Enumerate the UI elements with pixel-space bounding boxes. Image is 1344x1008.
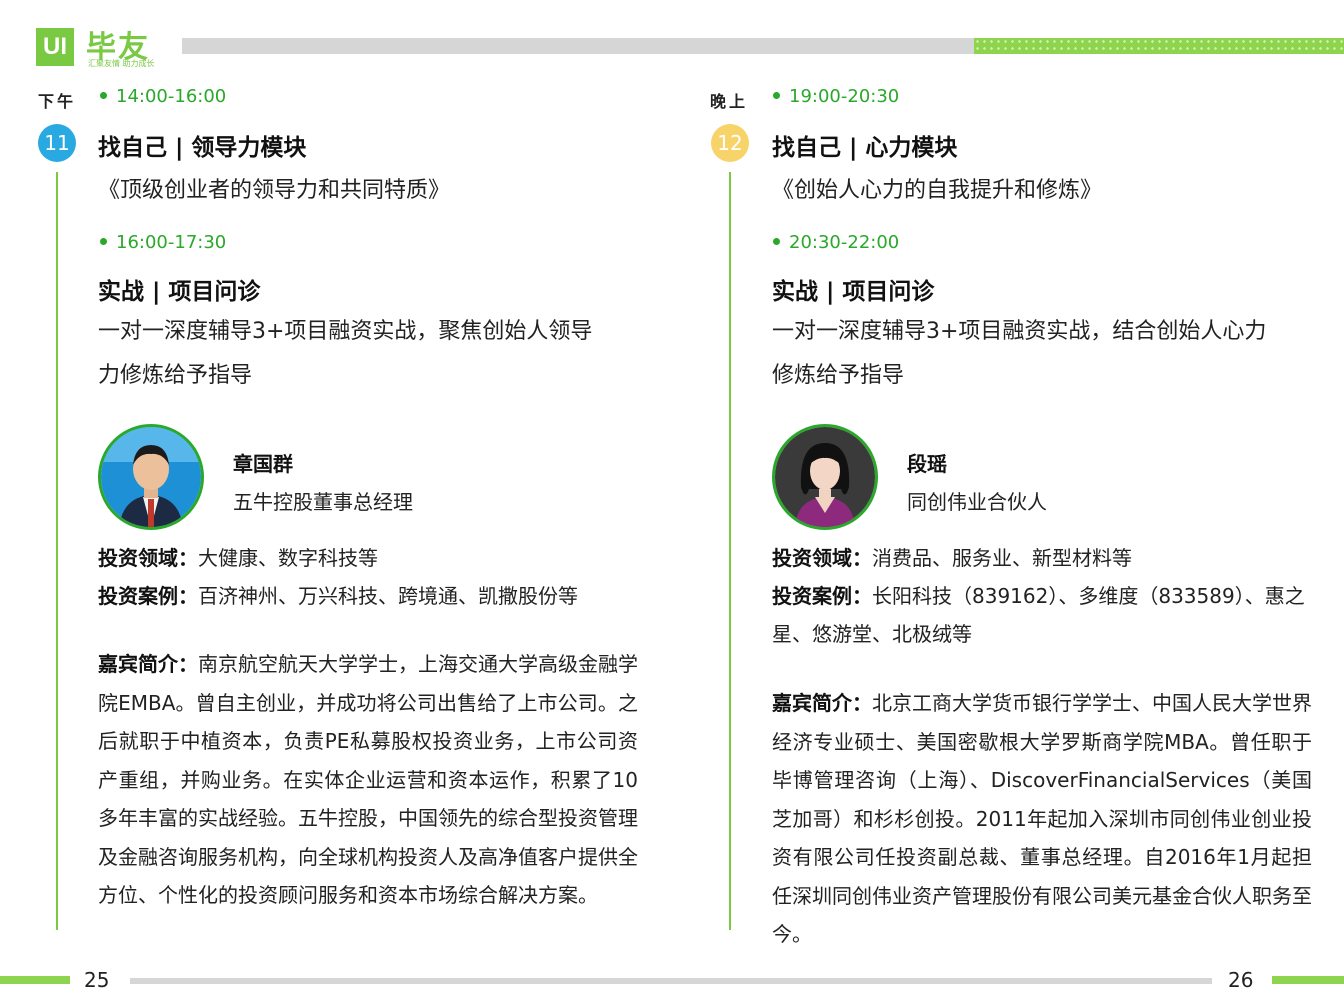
bullet-icon <box>100 237 107 245</box>
speaker-name: 章国群 <box>233 452 293 476</box>
footer-bar-accent <box>1272 976 1344 984</box>
session-number-badge: 12 <box>711 124 749 162</box>
investment-cases: 投资案例：百济神州、万兴科技、跨境通、凯撒股份等 <box>98 584 578 608</box>
session-title: 实战 | 项目问诊 <box>772 279 935 305</box>
session-description: 一对一深度辅导3+项目融资实战，聚焦创始人领导 力修炼给予指导 <box>98 319 593 388</box>
speaker-photo <box>101 427 201 527</box>
session-title: 找自己 | 心力模块 <box>772 135 958 161</box>
session-time: 19:00-20:30 <box>773 86 899 107</box>
bullet-icon <box>773 91 780 99</box>
speaker-avatar <box>772 424 878 530</box>
investment-cases: 投资案例：长阳科技（839162）、多维度（833589）、惠之星、悠游堂、北极… <box>772 584 1305 646</box>
period-label: 下午 <box>38 92 77 111</box>
session-time: 20:30-22:00 <box>773 232 899 253</box>
page-number: 25 <box>84 968 110 992</box>
speaker-photo <box>775 427 875 527</box>
session-time: 14:00-16:00 <box>100 86 226 107</box>
session-subtitle: 《顶级创业者的领导力和共同特质》 <box>98 178 451 203</box>
bullet-icon <box>773 237 780 245</box>
session-number-badge: 11 <box>38 124 76 162</box>
bullet-icon <box>100 91 107 99</box>
investment-field: 投资领域：大健康、数字科技等 <box>98 546 378 570</box>
speaker-bio: 嘉宾简介：南京航空航天大学学士，上海交通大学高级金融学院EMBA。曾自主创业，并… <box>98 652 638 907</box>
session-description: 一对一深度辅导3+项目融资实战，结合创始人心力 修炼给予指导 <box>772 319 1267 388</box>
footer-bar-accent <box>0 976 70 984</box>
speaker-name: 段瑶 <box>907 452 947 476</box>
period-label: 晚上 <box>710 92 749 111</box>
speaker-avatar <box>98 424 204 530</box>
speaker-role: 五牛控股董事总经理 <box>233 490 413 514</box>
right-page: 晚上 19:00-20:30 12 找自己 | 心力模块 《创始人心力的自我提升… <box>672 0 1344 1008</box>
speaker-role: 同创伟业合伙人 <box>907 490 1047 514</box>
session-subtitle: 《创始人心力的自我提升和修炼》 <box>772 178 1103 203</box>
session-title: 找自己 | 领导力模块 <box>98 135 307 161</box>
footer-bar <box>130 978 1212 984</box>
speaker-investment-info: 投资领域：大健康、数字科技等 投资案例：百济神州、万兴科技、跨境通、凯撒股份等 <box>98 539 638 615</box>
session-title: 实战 | 项目问诊 <box>98 279 261 305</box>
investment-field: 投资领域：消费品、服务业、新型材料等 <box>772 546 1132 570</box>
session-time: 16:00-17:30 <box>100 232 226 253</box>
timeline-line <box>56 172 58 930</box>
page-number: 26 <box>1228 968 1254 992</box>
speaker-investment-info: 投资领域：消费品、服务业、新型材料等 投资案例：长阳科技（839162）、多维度… <box>772 539 1312 653</box>
timeline-line <box>729 172 731 930</box>
speaker-bio: 嘉宾简介：北京工商大学货币银行学学士、中国人民大学世界经济专业硕士、美国密歇根大… <box>772 691 1312 946</box>
left-page: 下午 14:00-16:00 11 找自己 | 领导力模块 《顶级创业者的领导力… <box>0 0 638 1008</box>
